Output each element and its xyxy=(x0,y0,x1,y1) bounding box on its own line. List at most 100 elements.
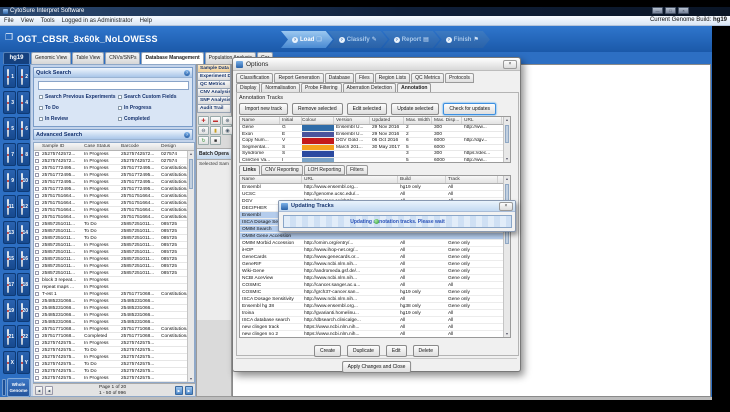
scroll-down-icon[interactable]: ▼ xyxy=(188,377,194,381)
checkbox-in-progress[interactable]: In Progress xyxy=(118,105,152,111)
section-button[interactable]: QC Metrics xyxy=(197,81,231,89)
minimize-button[interactable]: — xyxy=(652,7,663,14)
main-tab[interactable]: Table View xyxy=(72,52,105,64)
checkbox-completed[interactable]: Completed xyxy=(118,116,150,122)
row-checkbox[interactable] xyxy=(35,285,39,289)
track-action-button[interactable]: Check for updates xyxy=(443,103,496,115)
checkbox-search-custom[interactable]: Search Custom Fields xyxy=(118,94,177,100)
workflow-step[interactable]: ? Finish ⚑ xyxy=(435,31,490,48)
scrollbar-thumb[interactable] xyxy=(505,125,509,143)
options-tab[interactable]: Files xyxy=(355,73,374,83)
menu-item[interactable]: Help xyxy=(140,18,152,24)
row-checkbox[interactable] xyxy=(35,180,39,184)
chromosome-button[interactable]: 19 xyxy=(3,299,16,322)
help-icon[interactable]: ? xyxy=(292,37,298,43)
next-page-button[interactable]: ▶ xyxy=(175,386,183,395)
chromosome-button[interactable]: X xyxy=(3,351,16,374)
row-checkbox[interactable] xyxy=(35,229,39,233)
row-checkbox[interactable] xyxy=(35,362,39,366)
checkbox-icon[interactable] xyxy=(118,106,122,110)
scroll-up-icon[interactable]: ▲ xyxy=(504,118,510,122)
column-design[interactable]: Design xyxy=(159,143,187,150)
row-checkbox[interactable] xyxy=(35,152,39,156)
row-checkbox[interactable] xyxy=(35,222,39,226)
chromosome-button[interactable]: 1 xyxy=(3,65,16,88)
scroll-down-icon[interactable]: ▼ xyxy=(504,157,510,161)
chromosome-button[interactable]: 12 xyxy=(17,195,30,218)
workflow-step[interactable]: ? Load ❏ xyxy=(281,31,333,48)
row-checkbox[interactable] xyxy=(35,159,39,163)
link-row[interactable]: OMIM Morbid Accession http://omim.org/en… xyxy=(240,240,510,247)
toolbar-button[interactable]: ↻ xyxy=(198,136,209,145)
quick-search-input[interactable] xyxy=(38,81,189,90)
options-tab[interactable]: Protocols xyxy=(445,73,474,83)
row-checkbox[interactable] xyxy=(35,278,39,282)
scroll-up-icon[interactable]: ▲ xyxy=(188,152,194,156)
menu-item[interactable]: View xyxy=(21,18,34,24)
chromosome-button[interactable]: 14 xyxy=(17,221,30,244)
link-row[interactable]: Ensembl hg 38 http://www.ensembl.org... … xyxy=(240,303,510,310)
row-checkbox[interactable] xyxy=(35,215,39,219)
help-icon[interactable]: ? xyxy=(446,37,452,43)
options-tab[interactable]: Classification xyxy=(236,73,274,83)
chromosome-button[interactable]: 10 xyxy=(17,169,30,192)
track-action-button[interactable]: Remove selected xyxy=(291,103,343,115)
track-action-button[interactable]: Update selected xyxy=(391,103,440,115)
options-tab[interactable]: QC Metrics xyxy=(411,73,445,83)
row-checkbox[interactable] xyxy=(35,173,39,177)
chromosome-button[interactable]: 8 xyxy=(17,143,30,166)
link-row[interactable]: COSMIC http://cancer.sanger.ac.u... All … xyxy=(240,282,510,289)
row-checkbox[interactable] xyxy=(35,271,39,275)
toolbar-button[interactable]: ⊖ xyxy=(198,126,209,135)
link-row[interactable]: ISCA database search http://dbsearch.cli… xyxy=(240,317,510,324)
help-icon[interactable]: ? xyxy=(184,69,190,76)
section-button[interactable]: Sample Data xyxy=(197,65,231,73)
section-button[interactable]: SNP Analysis xyxy=(197,97,231,105)
workflow-step[interactable]: ? Report ▤ xyxy=(383,31,440,48)
prev-page-button[interactable]: ◀ xyxy=(45,386,53,395)
row-checkbox[interactable] xyxy=(35,313,39,317)
last-page-button[interactable]: ▶ xyxy=(185,386,193,395)
link-row[interactable]: Wiki-Gene http://andromeda.gsf.de/... Al… xyxy=(240,268,510,275)
link-row[interactable]: ISCA Dosage Sensitivity http://www.ncbi.… xyxy=(240,296,510,303)
chromosome-button[interactable]: 20 xyxy=(17,299,30,322)
checkbox-icon[interactable] xyxy=(39,117,43,121)
sample-table-scrollbar[interactable]: ▲ ▼ xyxy=(187,151,194,382)
chromosome-button[interactable]: 16 xyxy=(17,247,30,270)
link-row[interactable]: Ensembl http://www.ensembl.org... hg19 o… xyxy=(240,184,510,191)
options-tab[interactable]: Report Generation xyxy=(274,73,324,83)
menu-item[interactable]: Tools xyxy=(41,18,55,24)
workflow-step[interactable]: ? Classify ✎ xyxy=(328,31,388,48)
dialog-close-button[interactable]: × xyxy=(503,59,517,69)
row-checkbox[interactable] xyxy=(35,243,39,247)
row-checkbox[interactable] xyxy=(35,194,39,198)
create-button[interactable]: Create xyxy=(314,345,342,357)
section-button[interactable]: Audit Trail xyxy=(197,105,231,113)
main-tab[interactable]: Database Management xyxy=(141,52,204,64)
menu-item[interactable]: Logged in as Administrator xyxy=(62,18,133,24)
advanced-search-panel[interactable]: Advanced Search ? xyxy=(33,129,193,140)
scroll-up-icon[interactable]: ▲ xyxy=(504,177,510,181)
links-sub-tab[interactable]: Filters xyxy=(346,165,368,175)
main-tab[interactable]: CNVs/SNPs xyxy=(105,52,141,64)
help-icon[interactable]: ? xyxy=(394,37,400,43)
whole-genome-button[interactable]: Whole Genome xyxy=(7,378,30,397)
checkbox-in-review[interactable]: In Review xyxy=(39,116,68,122)
checkbox-icon[interactable] xyxy=(118,117,122,121)
checkbox-icon[interactable] xyxy=(39,106,43,110)
sidebar-flap[interactable] xyxy=(2,379,6,396)
chromosome-button[interactable]: 11 xyxy=(3,195,16,218)
link-row[interactable]: GeneRIF http://www.ncbi.nlm.nih... All G… xyxy=(240,261,510,268)
row-checkbox[interactable] xyxy=(35,299,39,303)
row-checkbox[interactable] xyxy=(35,376,39,380)
menu-item[interactable]: File xyxy=(4,18,14,24)
popup-titlebar[interactable]: Updating Tracks × xyxy=(279,201,515,212)
row-checkbox[interactable] xyxy=(35,348,39,352)
chromosome-button[interactable]: 22 xyxy=(17,325,30,348)
track-action-button[interactable]: Edit selected xyxy=(346,103,388,115)
popup-close-button[interactable]: × xyxy=(499,201,513,211)
link-row[interactable]: troina http://gvarianti.homelinu... hg19… xyxy=(240,310,510,317)
chromosome-button[interactable]: 5 xyxy=(3,117,16,140)
toolbar-button[interactable]: ▬ xyxy=(210,116,221,125)
chromosome-button[interactable]: 17 xyxy=(3,273,16,296)
